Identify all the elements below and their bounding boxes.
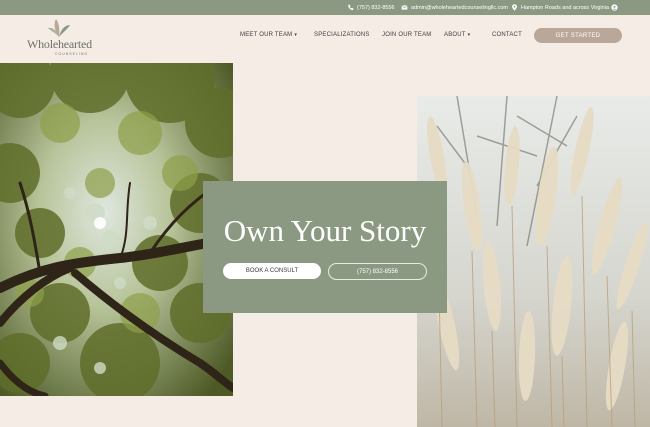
pampas-grass-photo xyxy=(417,96,650,427)
topbar-location: Hampton Roads and across Virginia xyxy=(521,4,609,11)
nav-meet-our-team[interactable]: MEET OUR TEAM ▾ xyxy=(240,32,297,38)
topbar-email: admin@wholeheartedcounselingllc.com xyxy=(411,4,508,11)
chevron-down-icon: ▾ xyxy=(294,32,298,38)
nav-contact[interactable]: CONTACT xyxy=(492,32,522,38)
chevron-down-icon: ▾ xyxy=(467,32,471,38)
tree-canopy-photo xyxy=(0,63,233,396)
nav-label: JOIN OUR TEAM xyxy=(382,32,432,38)
nav-label: MEET OUR TEAM xyxy=(240,32,293,38)
hero-panel: Own Your Story BOOK A CONSULT (757) 832-… xyxy=(203,181,447,313)
book-consult-button[interactable]: BOOK A CONSULT xyxy=(223,263,321,279)
map-pin-icon xyxy=(512,4,517,11)
nav-specializations[interactable]: SPECIALIZATIONS xyxy=(314,32,370,38)
topbar-phone: (757) 832-8556 xyxy=(357,4,395,11)
phone-icon xyxy=(348,4,354,10)
nav-label: SPECIALIZATIONS xyxy=(314,32,370,38)
site-header: Wholehearted COUNSELING MEET OUR TEAM ▾ … xyxy=(0,15,650,63)
email-link[interactable]: admin@wholeheartedcounselingllc.com xyxy=(401,0,508,15)
get-started-button[interactable]: GET STARTED xyxy=(534,28,622,43)
nav-about[interactable]: ABOUT ▾ xyxy=(444,32,470,38)
phone-link[interactable]: (757) 832-8556 xyxy=(347,0,395,15)
logo-tagline: COUNSELING xyxy=(55,52,89,56)
nav-label: ABOUT xyxy=(444,32,466,38)
butterfly-leaf-icon xyxy=(48,19,70,37)
top-bar: (757) 832-8556 admin@wholeheartedcounsel… xyxy=(0,0,650,15)
nav-join-our-team[interactable]: JOIN OUR TEAM xyxy=(382,32,432,38)
site-logo[interactable]: Wholehearted COUNSELING xyxy=(27,17,97,63)
hero-title: Own Your Story xyxy=(223,213,427,248)
envelope-icon xyxy=(401,5,408,10)
account-link[interactable] xyxy=(611,0,618,15)
hero-phone-button[interactable]: (757) 832-8556 xyxy=(328,263,427,280)
logo-wordmark: Wholehearted xyxy=(27,37,92,51)
location-link[interactable]: Hampton Roads and across Virginia xyxy=(511,0,609,15)
user-icon xyxy=(611,4,618,11)
nav-label: CONTACT xyxy=(492,32,522,38)
